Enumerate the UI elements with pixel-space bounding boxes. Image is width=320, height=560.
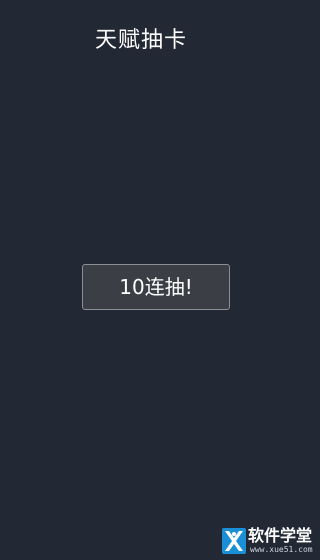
watermark-brand: 软件学堂 <box>248 526 313 545</box>
xue51-logo-icon <box>222 528 246 554</box>
site-watermark: 软件学堂 www.xue51.com <box>222 526 318 558</box>
watermark-domain: www.xue51.com <box>250 545 313 554</box>
app-screen: 天赋抽卡 10连抽! 软件学堂 www.xue51.com <box>0 0 320 560</box>
ten-draw-button[interactable]: 10连抽! <box>82 264 230 310</box>
page-title: 天赋抽卡 <box>94 28 187 53</box>
